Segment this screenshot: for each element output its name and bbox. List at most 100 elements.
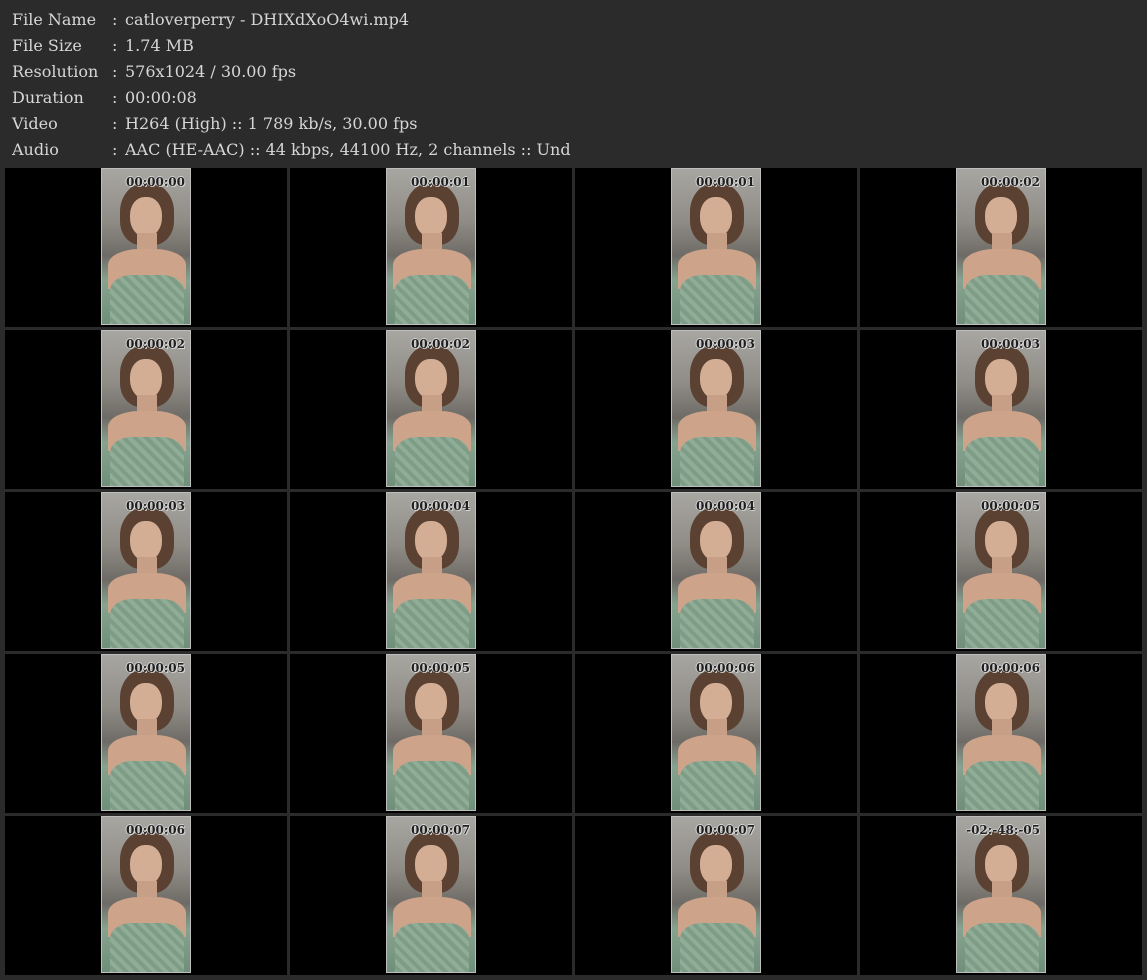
thumbnail-cell[interactable]: 00:00:00 <box>5 168 287 327</box>
face-shape <box>700 683 732 723</box>
dress-shape <box>110 599 184 648</box>
thumbnail-cell[interactable]: -02:-48:-05 <box>860 816 1142 975</box>
video-frame-thumbnail: 00:00:05 <box>956 492 1046 649</box>
face-shape <box>130 359 162 399</box>
frame-timestamp: 00:00:01 <box>696 175 755 189</box>
dress-shape <box>680 923 754 972</box>
frame-timestamp: 00:00:03 <box>696 337 755 351</box>
dress-shape <box>395 437 469 486</box>
video-frame-thumbnail: 00:00:01 <box>671 168 761 325</box>
frame-timestamp: 00:00:06 <box>696 661 755 675</box>
face-shape <box>415 359 447 399</box>
face-shape <box>985 845 1017 885</box>
file-name-row: File Name : catloverperry - DHIXdXoO4wi.… <box>12 7 1132 33</box>
thumbnail-cell[interactable]: 00:00:05 <box>5 654 287 813</box>
video-frame-thumbnail: 00:00:06 <box>956 654 1046 811</box>
frame-timestamp: 00:00:07 <box>696 823 755 837</box>
frame-timestamp: 00:00:02 <box>411 337 470 351</box>
video-frame-thumbnail: 00:00:02 <box>101 330 191 487</box>
frame-timestamp: 00:00:02 <box>981 175 1040 189</box>
duration-value: 00:00:08 <box>125 88 197 107</box>
frame-timestamp: 00:00:04 <box>696 499 755 513</box>
thumbnail-cell[interactable]: 00:00:05 <box>290 654 572 813</box>
face-shape <box>130 845 162 885</box>
thumbnail-cell[interactable]: 00:00:06 <box>575 654 857 813</box>
dress-shape <box>110 437 184 486</box>
dress-shape <box>680 761 754 810</box>
face-shape <box>130 683 162 723</box>
dress-shape <box>965 275 1039 324</box>
frame-timestamp: 00:00:00 <box>126 175 185 189</box>
dress-shape <box>680 599 754 648</box>
thumbnail-cell[interactable]: 00:00:03 <box>860 330 1142 489</box>
frame-timestamp: 00:00:01 <box>411 175 470 189</box>
thumbnail-grid: 00:00:00 00:00:01 00:00:01 00:00:02 00:0… <box>5 168 1143 978</box>
audio-label: Audio <box>12 140 59 159</box>
video-frame-thumbnail: 00:00:07 <box>671 816 761 973</box>
thumbnail-cell[interactable]: 00:00:06 <box>5 816 287 975</box>
face-shape <box>700 845 732 885</box>
thumbnail-cell[interactable]: 00:00:05 <box>860 492 1142 651</box>
face-shape <box>985 683 1017 723</box>
frame-timestamp: 00:00:02 <box>126 337 185 351</box>
duration-label: Duration <box>12 88 84 107</box>
frame-timestamp: 00:00:05 <box>981 499 1040 513</box>
resolution-separator: : <box>112 62 118 81</box>
audio-row: Audio : AAC (HE-AAC) :: 44 kbps, 44100 H… <box>12 137 1132 163</box>
file-size-separator: : <box>112 36 118 55</box>
resolution-value: 576x1024 / 30.00 fps <box>125 62 297 81</box>
video-separator: : <box>112 114 118 133</box>
dress-shape <box>395 599 469 648</box>
dress-shape <box>965 923 1039 972</box>
video-row: Video : H264 (High) :: 1 789 kb/s, 30.00… <box>12 111 1132 137</box>
frame-timestamp: 00:00:03 <box>981 337 1040 351</box>
face-shape <box>130 197 162 237</box>
face-shape <box>700 521 732 561</box>
file-size-row: File Size : 1.74 MB <box>12 33 1132 59</box>
frame-timestamp: 00:00:04 <box>411 499 470 513</box>
face-shape <box>130 521 162 561</box>
file-name-separator: : <box>112 10 118 29</box>
video-frame-thumbnail: 00:00:04 <box>671 492 761 649</box>
video-frame-thumbnail: 00:00:02 <box>956 168 1046 325</box>
thumbnail-cell[interactable]: 00:00:04 <box>290 492 572 651</box>
dress-shape <box>395 275 469 324</box>
face-shape <box>700 359 732 399</box>
video-frame-thumbnail: 00:00:05 <box>101 654 191 811</box>
dress-shape <box>965 437 1039 486</box>
frame-timestamp: 00:00:06 <box>126 823 185 837</box>
dress-shape <box>395 923 469 972</box>
thumbnail-cell[interactable]: 00:00:02 <box>290 330 572 489</box>
file-size-value: 1.74 MB <box>125 36 194 55</box>
audio-value: AAC (HE-AAC) :: 44 kbps, 44100 Hz, 2 cha… <box>125 140 571 159</box>
frame-timestamp: -02:-48:-05 <box>966 823 1040 837</box>
duration-separator: : <box>112 88 118 107</box>
video-frame-thumbnail: 00:00:06 <box>671 654 761 811</box>
dress-shape <box>395 761 469 810</box>
thumbnail-cell[interactable]: 00:00:06 <box>860 654 1142 813</box>
face-shape <box>415 845 447 885</box>
thumbnail-cell[interactable]: 00:00:02 <box>5 330 287 489</box>
thumbnail-cell[interactable]: 00:00:03 <box>5 492 287 651</box>
file-size-label: File Size <box>12 36 82 55</box>
dress-shape <box>965 761 1039 810</box>
video-frame-thumbnail: 00:00:06 <box>101 816 191 973</box>
thumbnail-cell[interactable]: 00:00:07 <box>575 816 857 975</box>
thumbnail-cell[interactable]: 00:00:02 <box>860 168 1142 327</box>
video-frame-thumbnail: 00:00:00 <box>101 168 191 325</box>
thumbnail-cell[interactable]: 00:00:04 <box>575 492 857 651</box>
face-shape <box>415 197 447 237</box>
face-shape <box>415 521 447 561</box>
dress-shape <box>965 599 1039 648</box>
thumbnail-cell[interactable]: 00:00:03 <box>575 330 857 489</box>
thumbnail-cell[interactable]: 00:00:01 <box>575 168 857 327</box>
frame-timestamp: 00:00:05 <box>411 661 470 675</box>
frame-timestamp: 00:00:03 <box>126 499 185 513</box>
dress-shape <box>680 275 754 324</box>
thumbnail-cell[interactable]: 00:00:07 <box>290 816 572 975</box>
video-frame-thumbnail: 00:00:05 <box>386 654 476 811</box>
thumbnail-cell[interactable]: 00:00:01 <box>290 168 572 327</box>
face-shape <box>985 521 1017 561</box>
file-name-label: File Name <box>12 10 97 29</box>
dress-shape <box>110 923 184 972</box>
